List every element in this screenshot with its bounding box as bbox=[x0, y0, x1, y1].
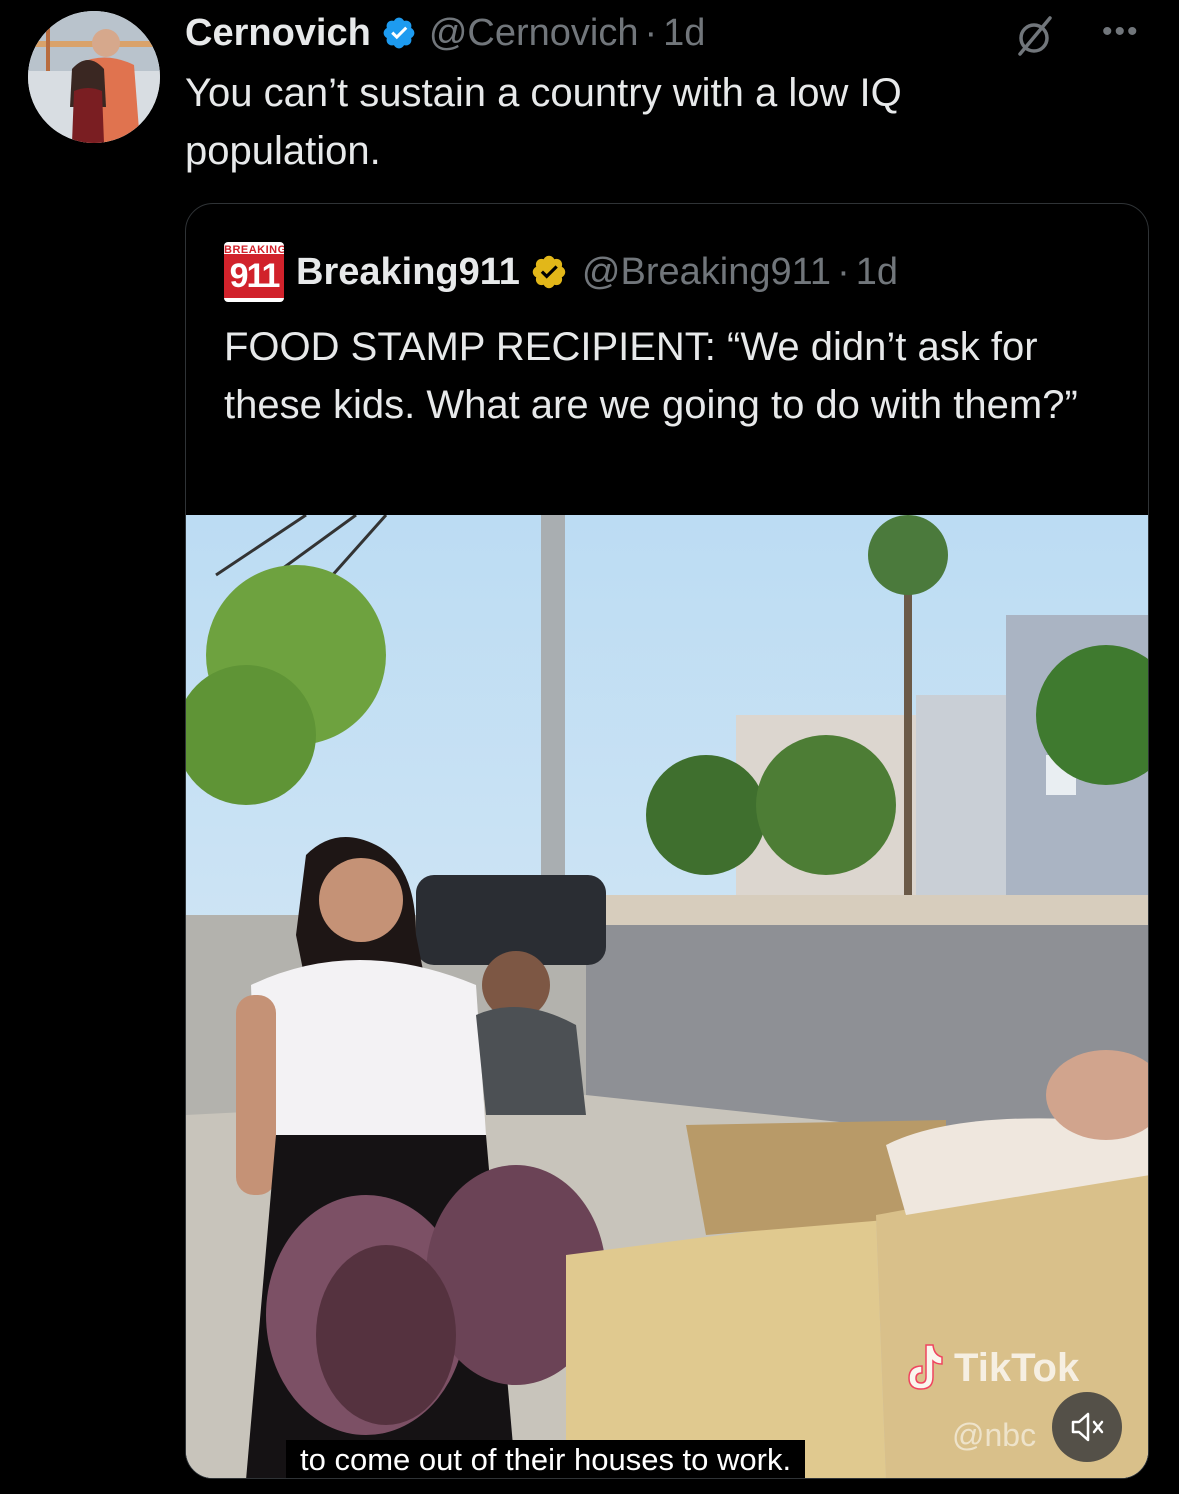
avatar-911-text: 911 bbox=[224, 254, 284, 298]
video-caption: to come out of their houses to work. bbox=[286, 1440, 806, 1478]
separator-dot: · bbox=[837, 250, 850, 293]
video-player[interactable]: TikTok @nbc to come out of their houses … bbox=[186, 515, 1148, 1478]
tweet[interactable]: Cernovich @Cernovich · 1d ••• You can’t … bbox=[0, 0, 1179, 1494]
quoted-tweet-header: BREAKING 911 Breaking911 @Breaking911 · … bbox=[224, 242, 898, 302]
quoted-tweet-time[interactable]: 1d bbox=[856, 251, 898, 294]
tweet-header: Cernovich @Cernovich · 1d bbox=[185, 6, 705, 60]
quoted-tweet-text: FOOD STAMP RECIPIENT: “We didn’t ask for… bbox=[224, 325, 1078, 427]
quoted-tweet[interactable]: BREAKING 911 Breaking911 @Breaking911 · … bbox=[185, 203, 1149, 1479]
tiktok-icon bbox=[904, 1343, 944, 1393]
quoted-author-handle[interactable]: @Breaking911 bbox=[582, 251, 831, 294]
author-handle[interactable]: @Cernovich bbox=[429, 12, 639, 55]
video-frame bbox=[186, 515, 1148, 1478]
more-icon[interactable]: ••• bbox=[1102, 14, 1150, 50]
grok-icon[interactable] bbox=[1010, 12, 1058, 60]
tiktok-label: TikTok bbox=[954, 1345, 1080, 1390]
quoted-author-name[interactable]: Breaking911 bbox=[296, 251, 520, 294]
tweet-time[interactable]: 1d bbox=[663, 12, 705, 55]
tiktok-username: @nbc bbox=[952, 1417, 1037, 1453]
gold-verified-badge-icon[interactable] bbox=[530, 253, 568, 291]
tiktok-watermark: TikTok bbox=[904, 1343, 1079, 1393]
verified-badge-icon[interactable] bbox=[381, 15, 417, 51]
tweet-text: You can’t sustain a country with a low I… bbox=[185, 71, 902, 173]
mute-icon bbox=[1071, 1412, 1104, 1442]
author-name[interactable]: Cernovich bbox=[185, 12, 371, 55]
separator-dot: · bbox=[644, 11, 658, 54]
author-avatar[interactable] bbox=[28, 11, 160, 143]
quoted-author-avatar[interactable]: BREAKING 911 bbox=[224, 242, 284, 302]
mute-button[interactable] bbox=[1052, 1392, 1122, 1462]
